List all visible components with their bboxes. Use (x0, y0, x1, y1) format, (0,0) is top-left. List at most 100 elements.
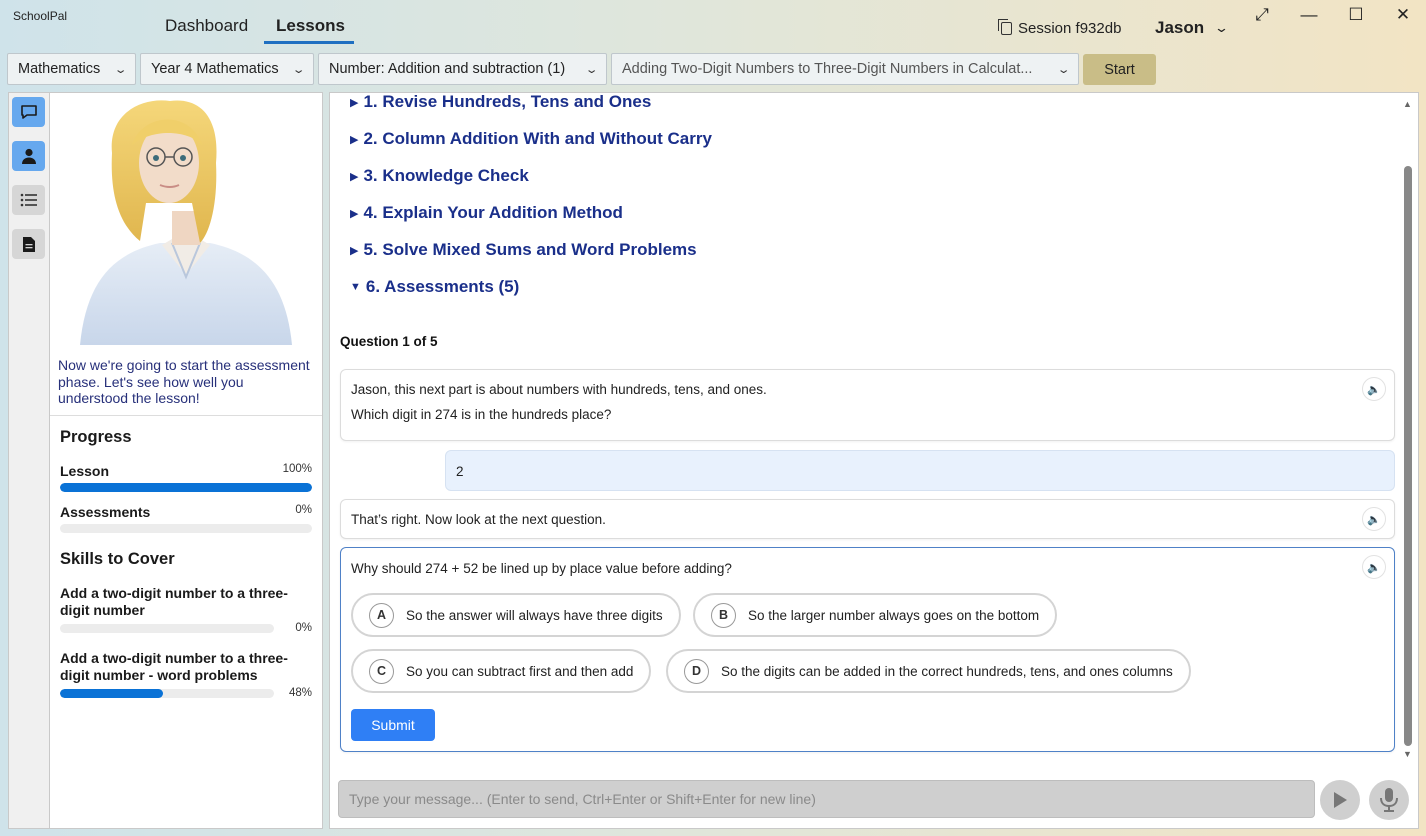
skill-progress-percent: 0% (295, 622, 312, 634)
question-counter: Question 1 of 5 (340, 334, 438, 349)
speaker-icon[interactable]: 🔈 (1362, 377, 1386, 401)
option-d[interactable]: D So the digits can be added in the corr… (666, 649, 1191, 693)
triangle-right-icon: ▶ (350, 96, 359, 109)
send-icon (1334, 792, 1347, 808)
avatar-view-button[interactable] (12, 141, 45, 171)
send-button[interactable] (1320, 780, 1360, 820)
chevron-down-icon: ⌄ (113, 63, 128, 76)
tutor-question-card: Jason, this next part is about numbers w… (340, 369, 1395, 441)
tab-dashboard[interactable]: Dashboard (165, 16, 248, 36)
lesson-section[interactable]: ▶ 2. Column Addition With and Without Ca… (350, 129, 712, 149)
session-label: Session f932db (1018, 20, 1122, 37)
option-text: So the digits can be added in the correc… (721, 663, 1173, 679)
lesson-section-label: 5. Solve Mixed Sums and Word Problems (363, 240, 697, 259)
lesson-section-label: 4. Explain Your Addition Method (363, 203, 623, 222)
lesson-panel: ▶ 1. Revise Hundreds, Tens and Ones ▶ 2.… (329, 92, 1419, 829)
year-select[interactable]: Year 4 Mathematics ⌄ (140, 53, 314, 85)
lesson-section-label: 1. Revise Hundreds, Tens and Ones (363, 92, 652, 111)
microphone-button[interactable] (1369, 780, 1409, 820)
scroll-thumb[interactable] (1404, 166, 1412, 746)
option-letter: A (369, 602, 394, 628)
message-placeholder: Type your message... (Enter to send, Ctr… (349, 791, 816, 807)
lesson-section-label: 6. Assessments (5) (365, 277, 520, 296)
expand-icon[interactable]: ⤢ (1247, 5, 1277, 25)
skill-progress-bar (60, 689, 274, 698)
message-input[interactable]: Type your message... (Enter to send, Ctr… (338, 780, 1315, 818)
subject-select[interactable]: Mathematics ⌄ (7, 53, 136, 85)
topic-select[interactable]: Adding Two-Digit Numbers to Three-Digit … (611, 53, 1079, 85)
lesson-section[interactable]: ▶ 4. Explain Your Addition Method (350, 203, 623, 223)
tutor-feedback-card: That’s right. Now look at the next quest… (340, 499, 1395, 539)
skill-progress-bar (60, 624, 274, 633)
lesson-progress-percent: 100% (282, 463, 312, 475)
lesson-section-expanded[interactable]: ▼ 6. Assessments (5) (350, 277, 519, 297)
side-rail (8, 92, 50, 829)
divider (50, 415, 322, 416)
option-c[interactable]: C So you can subtract first and then add (351, 649, 652, 693)
question-text: Why should 274 + 52 be lined up by place… (351, 561, 732, 576)
tab-lessons[interactable]: Lessons (276, 16, 345, 36)
copy-icon[interactable] (998, 19, 1012, 35)
topic-value: Adding Two-Digit Numbers to Three-Digit … (622, 61, 1033, 77)
triangle-down-icon: ▼ (350, 281, 361, 293)
lesson-section[interactable]: ▶ 5. Solve Mixed Sums and Word Problems (350, 240, 697, 260)
tutor-avatar (50, 93, 322, 345)
skill-label: Add a two-digit number to a three-digit … (60, 650, 288, 683)
assessments-progress-percent: 0% (295, 504, 312, 516)
lesson-progress-label: Lesson (60, 463, 110, 479)
skill-progress-percent: 48% (288, 687, 312, 699)
triangle-right-icon: ▶ (350, 244, 359, 257)
student-answer-card: 2 (445, 450, 1395, 491)
unit-select[interactable]: Number: Addition and subtraction (1) ⌄ (318, 53, 607, 85)
triangle-right-icon: ▶ (350, 170, 359, 183)
title-bar: SchoolPal Dashboard Lessons Session f932… (0, 0, 1426, 50)
chevron-down-icon: ⌄ (291, 63, 306, 76)
start-button[interactable]: Start (1083, 54, 1156, 85)
lesson-progress-fill (60, 483, 312, 492)
mic-icon (1380, 788, 1398, 812)
option-letter: C (369, 658, 394, 684)
assessments-progress-bar (60, 524, 312, 533)
submit-button[interactable]: Submit (351, 709, 435, 741)
user-menu[interactable]: Jason ⌄ (1155, 18, 1230, 38)
skill-progress-fill (60, 689, 163, 698)
app-name: SchoolPal (13, 9, 68, 23)
outline-view-button[interactable] (12, 185, 45, 215)
person-icon (21, 148, 36, 164)
option-b[interactable]: B So the larger number always goes on th… (693, 593, 1058, 637)
scroll-down-icon[interactable]: ▼ (1403, 749, 1412, 759)
chevron-down-icon: ⌄ (1213, 20, 1230, 35)
speaker-icon[interactable]: 🔈 (1362, 507, 1386, 531)
session-id[interactable]: Session f932db (998, 19, 1122, 37)
chevron-down-icon: ⌄ (584, 63, 599, 76)
scrollbar[interactable]: ▲ ▼ (1400, 93, 1418, 765)
chat-view-button[interactable] (12, 97, 45, 127)
document-icon (22, 236, 35, 252)
close-icon[interactable]: ✕ (1388, 5, 1418, 25)
student-answer: 2 (456, 464, 464, 479)
chat-icon (20, 105, 37, 119)
lesson-section[interactable]: ▶ 3. Knowledge Check (350, 166, 529, 186)
option-letter: D (684, 658, 709, 684)
triangle-right-icon: ▶ (350, 207, 359, 220)
option-text: So the larger number always goes on the … (748, 607, 1040, 623)
option-a[interactable]: A So the answer will always have three d… (351, 593, 681, 637)
chevron-down-icon: ⌄ (1056, 63, 1071, 76)
minimize-icon[interactable]: — (1294, 5, 1324, 25)
multiple-choice-card: Why should 274 + 52 be lined up by place… (340, 547, 1395, 752)
option-letter: B (711, 602, 736, 628)
tutor-panel: Now we're going to start the assessment … (49, 92, 323, 829)
maximize-icon[interactable]: ☐ (1341, 5, 1371, 25)
scroll-up-icon[interactable]: ▲ (1403, 99, 1412, 109)
notes-view-button[interactable] (12, 229, 45, 259)
question-intro: Jason, this next part is about numbers w… (351, 382, 767, 397)
question-text: Which digit in 274 is in the hundreds pl… (351, 407, 612, 422)
progress-title: Progress (60, 428, 132, 446)
lesson-section[interactable]: ▶ 1. Revise Hundreds, Tens and Ones (350, 92, 652, 112)
skill-label: Add a two-digit number to a three-digit … (60, 585, 288, 618)
triangle-right-icon: ▶ (350, 133, 359, 146)
active-tab-indicator (264, 41, 354, 44)
assessments-progress-label: Assessments (60, 504, 151, 520)
user-name: Jason (1155, 18, 1205, 37)
speaker-icon[interactable]: 🔈 (1362, 555, 1386, 579)
